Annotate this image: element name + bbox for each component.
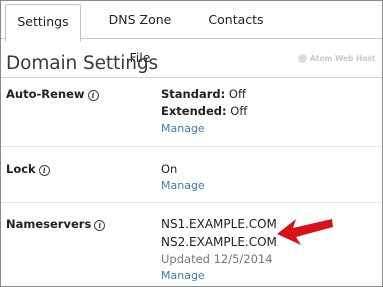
nameserver-2: NS2.EXAMPLE.COM: [161, 235, 277, 249]
row-divider: [1, 146, 382, 147]
row-divider: [1, 202, 382, 203]
auto-renew-extended-label: Extended:: [161, 104, 227, 118]
nameserver-1: NS1.EXAMPLE.COM: [161, 217, 277, 231]
watermark: Atom Web Host: [298, 54, 376, 63]
nameservers-manage-link[interactable]: Manage: [161, 269, 205, 282]
tab-contacts[interactable]: Contacts: [207, 1, 265, 38]
lock-value: On: [161, 162, 178, 176]
auto-renew-extended-value: Off: [230, 104, 248, 118]
lock-label-text: Lock: [6, 162, 36, 176]
watermark-logo-icon: [298, 54, 307, 63]
lock-manage-link[interactable]: Manage: [161, 179, 205, 192]
auto-renew-label-text: Auto-Renew: [6, 87, 85, 101]
tab-dns-zone-file[interactable]: DNS Zone File: [97, 1, 183, 65]
domain-settings-panel: Settings DNS Zone File Contacts Domain S…: [0, 0, 383, 287]
auto-renew-info-icon[interactable]: i: [87, 90, 99, 101]
page-title: Domain Settings: [6, 53, 159, 74]
nameservers-info-icon[interactable]: i: [94, 220, 106, 231]
tab-settings[interactable]: Settings: [5, 4, 81, 42]
lock-info-icon[interactable]: i: [38, 165, 50, 176]
auto-renew-manage-link[interactable]: Manage: [161, 122, 205, 135]
auto-renew-label: Auto-Renew i: [6, 87, 99, 101]
auto-renew-standard: Standard: Off: [161, 87, 246, 101]
nameservers-label: Nameservers i: [6, 217, 106, 231]
nameservers-updated: Updated 12/5/2014: [161, 252, 273, 266]
auto-renew-standard-value: Off: [228, 87, 246, 101]
watermark-text: Atom Web Host: [310, 54, 376, 63]
auto-renew-extended: Extended: Off: [161, 104, 247, 118]
title-divider: [1, 77, 382, 78]
tab-bar: Settings DNS Zone File Contacts: [1, 1, 382, 65]
red-arrow-icon: [277, 219, 333, 245]
nameservers-label-text: Nameservers: [6, 217, 92, 231]
auto-renew-standard-label: Standard:: [161, 87, 226, 101]
lock-label: Lock i: [6, 162, 50, 176]
